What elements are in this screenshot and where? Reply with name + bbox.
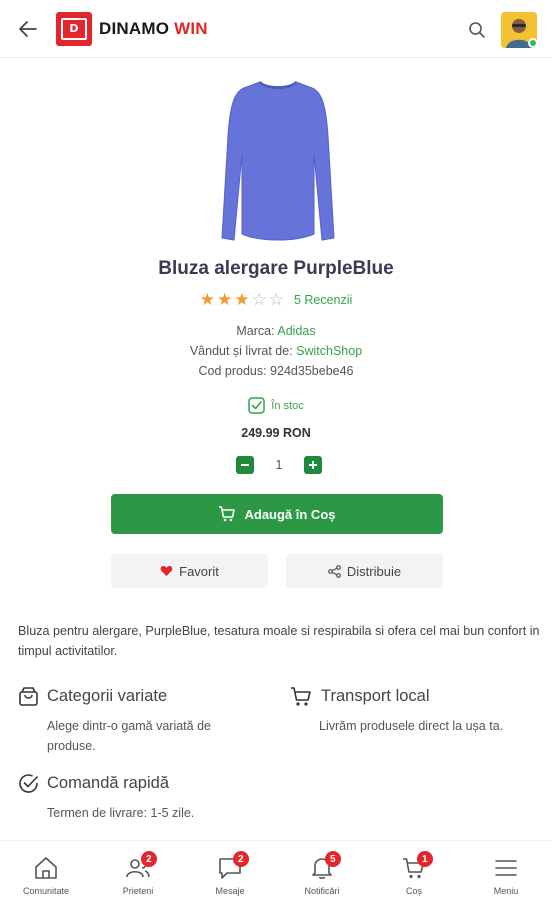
- nav-item-messages[interactable]: 2 Mesaje: [184, 841, 276, 900]
- arrow-left-icon: [19, 20, 37, 37]
- online-status-dot: [528, 38, 538, 48]
- bottom-navigation: Comunitate 2 Prieteni 2 Mesaje 5 Notific…: [0, 840, 552, 900]
- feature-text: Livrăm produsele direct la ușa ta.: [319, 719, 504, 733]
- plus-icon: [309, 461, 317, 469]
- feature-text: Alege dintr-o gamă variată de produse.: [47, 719, 211, 753]
- feature-fast-order: Comandă rapidă Termen de livrare: 1-5 zi…: [18, 771, 278, 823]
- notification-badge: 2: [140, 851, 157, 867]
- feature-transport: Transport local Livrăm produsele direct …: [290, 684, 550, 736]
- brand-line: Marca: Adidas: [236, 324, 316, 338]
- brand-logo[interactable]: D DINAMO WIN: [56, 11, 208, 46]
- notification-badge: 5: [324, 851, 341, 867]
- brand-link[interactable]: Adidas: [277, 324, 315, 338]
- share-button[interactable]: Distribuie: [286, 554, 443, 588]
- share-icon: [328, 564, 341, 578]
- product-code: 924d35bebe46: [270, 364, 354, 378]
- nav-item-cart[interactable]: 1 Coș: [368, 841, 460, 900]
- cart-icon: [291, 686, 311, 706]
- feature-text: Termen de livrare: 1-5 zile.: [47, 806, 195, 820]
- nav-item-friends[interactable]: 2 Prieteni: [92, 841, 184, 900]
- logo-mark: D: [56, 11, 92, 46]
- cart-icon: [219, 506, 236, 522]
- heart-icon: [160, 566, 173, 576]
- star-icon: ★: [216, 290, 233, 309]
- search-icon: [469, 22, 485, 38]
- decrease-quantity-button[interactable]: [236, 456, 254, 474]
- nav-item-notifications[interactable]: 5 Notificări: [276, 841, 368, 900]
- add-to-cart-button[interactable]: Adaugă în Coș: [111, 494, 443, 534]
- home-icon: [35, 857, 57, 879]
- minus-icon: [241, 464, 249, 466]
- quantity-stepper: 1: [236, 455, 322, 475]
- product-code-line: Cod produs: 924d35bebe46: [198, 364, 354, 378]
- notification-badge: 2: [232, 851, 249, 867]
- favorite-button[interactable]: Favorit: [111, 554, 268, 588]
- hamburger-menu-icon: [495, 860, 517, 876]
- stock-status: În stoc: [0, 397, 552, 414]
- shopping-bag-icon: [19, 686, 38, 706]
- search-button[interactable]: [465, 18, 489, 42]
- product-title: Bluza alergare PurpleBlue: [158, 258, 394, 279]
- reviews-link[interactable]: 5 Recenzii: [294, 293, 352, 307]
- quantity-value[interactable]: 1: [264, 458, 294, 472]
- increase-quantity-button[interactable]: [304, 456, 322, 474]
- product-price: 249.99 RON: [241, 426, 311, 440]
- product-description: Bluza pentru alergare, PurpleBlue, tesat…: [18, 624, 540, 658]
- star-icon: ★: [199, 290, 215, 309]
- product-image: [221, 81, 335, 241]
- feature-title: Comandă rapidă: [47, 773, 169, 792]
- rating-row: ★ ★ ★ ☆ ☆ 5 Recenzii: [0, 290, 552, 310]
- nav-item-community[interactable]: Comunitate: [0, 841, 92, 900]
- back-button[interactable]: [0, 0, 56, 58]
- nav-item-menu[interactable]: Meniu: [460, 841, 552, 900]
- star-icon: ☆: [268, 290, 284, 309]
- star-icon: ☆: [251, 290, 267, 309]
- feature-title: Transport local: [321, 686, 430, 705]
- seller-line: Vândut și livrat de: SwitchShop: [189, 344, 363, 358]
- seller-link[interactable]: SwitchShop: [296, 344, 362, 358]
- star-icon: ★: [234, 290, 250, 309]
- check-circle-icon: [19, 773, 38, 793]
- feature-title: Categorii variate: [47, 686, 168, 705]
- check-square-icon: [248, 397, 266, 414]
- notification-badge: 1: [416, 851, 433, 867]
- feature-categories: Categorii variate Alege dintr-o gamă var…: [18, 684, 278, 756]
- brand-name: DINAMO WIN: [99, 18, 208, 38]
